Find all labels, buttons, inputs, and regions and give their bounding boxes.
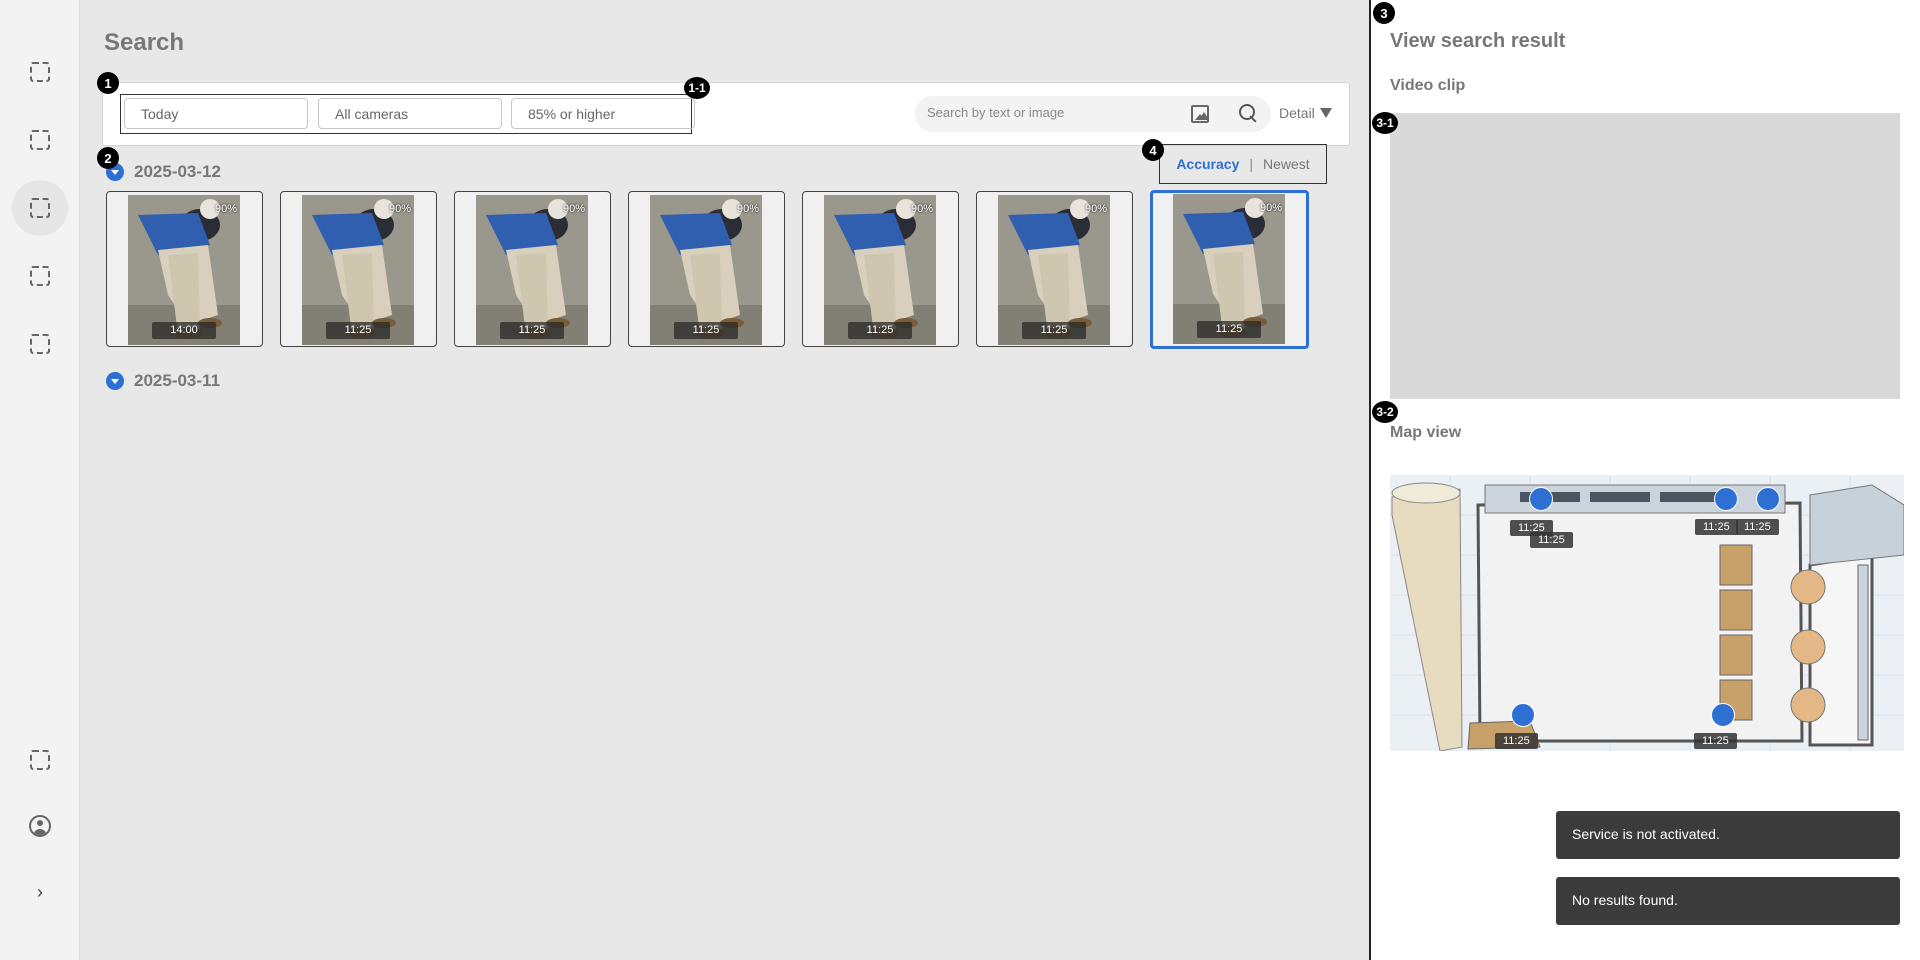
toast-message: Service is not activated.: [1556, 811, 1900, 859]
panel-title: View search result: [1390, 30, 1566, 52]
sidebar-item-5[interactable]: [12, 316, 68, 372]
filter-group: Today All cameras 85% or higher: [120, 94, 695, 134]
account-button[interactable]: [12, 798, 68, 854]
time-badge: 11:25: [848, 322, 912, 339]
thumbnail-image: 90% 11:25: [998, 195, 1110, 345]
map-label: 11:25: [1695, 519, 1738, 535]
search-icon[interactable]: [1239, 104, 1259, 124]
map-pin[interactable]: [1714, 487, 1738, 511]
map-pin[interactable]: [1511, 703, 1535, 727]
map-label: 11:25: [1495, 733, 1538, 749]
triangle-down-icon: [1319, 108, 1332, 118]
camera-filter[interactable]: All cameras: [318, 98, 502, 129]
video-clip-title: Video clip: [1390, 77, 1466, 94]
time-badge: 14:00: [152, 322, 216, 339]
account-circle-icon: [29, 815, 51, 837]
thumbnail-image: 90% 14:00: [128, 195, 240, 345]
floor-plan: [1390, 475, 1904, 751]
image-icon[interactable]: [1191, 105, 1209, 123]
date-group-header[interactable]: 2025-03-12: [106, 162, 221, 182]
chevron-right-icon: ›: [37, 882, 43, 902]
detail-button[interactable]: Detail: [1279, 105, 1332, 121]
time-badge: 11:25: [1022, 322, 1086, 339]
sidebar-item-1[interactable]: [12, 44, 68, 100]
accuracy-filter[interactable]: 85% or higher: [511, 98, 695, 129]
thumbnail-image: 90% 11:25: [824, 195, 936, 345]
sort-newest[interactable]: Newest: [1263, 156, 1310, 172]
accuracy-badge: 90%: [1084, 203, 1107, 215]
chevron-down-icon[interactable]: [106, 372, 124, 390]
square-dashed-icon: [30, 334, 50, 354]
sidebar-item-2[interactable]: [12, 112, 68, 168]
page-title: Search: [104, 29, 185, 56]
map-view-title: Map view: [1390, 424, 1462, 441]
time-badge: 11:25: [326, 322, 390, 339]
annotation-marker: 2: [97, 147, 119, 169]
sidebar-item-search[interactable]: [12, 180, 68, 236]
annotation-marker: 1-1: [684, 77, 710, 99]
date-group-label: 2025-03-12: [134, 162, 221, 181]
search-box: [915, 96, 1271, 132]
annotation-marker: 3-2: [1372, 401, 1398, 423]
map-pin[interactable]: [1529, 487, 1553, 511]
accuracy-badge: 90%: [736, 203, 759, 215]
detail-label: Detail: [1279, 105, 1315, 121]
square-dashed-icon: [30, 62, 50, 82]
map-view[interactable]: 11:25 11:25 11:25 11:25 11:25 11:25: [1390, 475, 1904, 751]
annotation-marker: 1: [97, 72, 119, 94]
thumbnail-image: 90% 11:25: [476, 195, 588, 345]
date-filter[interactable]: Today: [124, 98, 308, 129]
filter-bar: Today All cameras 85% or higher Detail: [102, 82, 1350, 146]
time-badge: 11:25: [1197, 321, 1261, 338]
time-badge: 11:25: [674, 322, 738, 339]
map-label: 11:25: [1530, 532, 1573, 548]
search-input[interactable]: [927, 105, 1177, 120]
accuracy-badge: 90%: [388, 203, 411, 215]
result-thumbnail[interactable]: 90% 11:25: [1150, 190, 1309, 349]
sort-toggle: Accuracy | Newest: [1159, 144, 1327, 184]
result-thumbnail[interactable]: 90% 11:25: [454, 191, 611, 347]
square-dashed-icon: [30, 750, 50, 770]
annotation-marker: 3: [1373, 2, 1395, 24]
video-player[interactable]: [1390, 113, 1900, 399]
toast-message: No results found.: [1556, 877, 1900, 925]
map-pin[interactable]: [1711, 703, 1735, 727]
thumbnail-image: 90% 11:25: [1173, 194, 1285, 344]
sort-accuracy[interactable]: Accuracy: [1176, 156, 1239, 172]
date-group-header[interactable]: 2025-03-11: [106, 371, 220, 391]
map-label: 11:25: [1694, 733, 1737, 749]
sort-separator: |: [1249, 156, 1253, 172]
result-thumbnail[interactable]: 90% 11:25: [802, 191, 959, 347]
expand-sidebar-button[interactable]: ›: [12, 864, 68, 920]
time-badge: 11:25: [500, 322, 564, 339]
square-dashed-icon: [30, 130, 50, 150]
accuracy-badge: 90%: [214, 203, 237, 215]
date-group-label: 2025-03-11: [134, 371, 221, 390]
accuracy-badge: 90%: [910, 203, 933, 215]
thumbnail-image: 90% 11:25: [650, 195, 762, 345]
square-dashed-icon: [30, 266, 50, 286]
sidebar-item-settings[interactable]: [12, 732, 68, 788]
accuracy-badge: 90%: [1259, 202, 1282, 214]
square-dashed-icon: [30, 198, 50, 218]
map-label: 11:25: [1736, 519, 1779, 535]
result-thumbnail[interactable]: 90% 14:00: [106, 191, 263, 347]
thumbnail-image: 90% 11:25: [302, 195, 414, 345]
accuracy-badge: 90%: [562, 203, 585, 215]
result-thumbnail[interactable]: 90% 11:25: [628, 191, 785, 347]
result-thumbnail[interactable]: 90% 11:25: [976, 191, 1133, 347]
annotation-marker: 4: [1142, 139, 1164, 161]
map-pin[interactable]: [1756, 487, 1780, 511]
annotation-marker: 3-1: [1372, 112, 1398, 134]
sidebar-item-4[interactable]: [12, 248, 68, 304]
result-thumbnail[interactable]: 90% 11:25: [280, 191, 437, 347]
sidebar: ›: [0, 0, 80, 960]
